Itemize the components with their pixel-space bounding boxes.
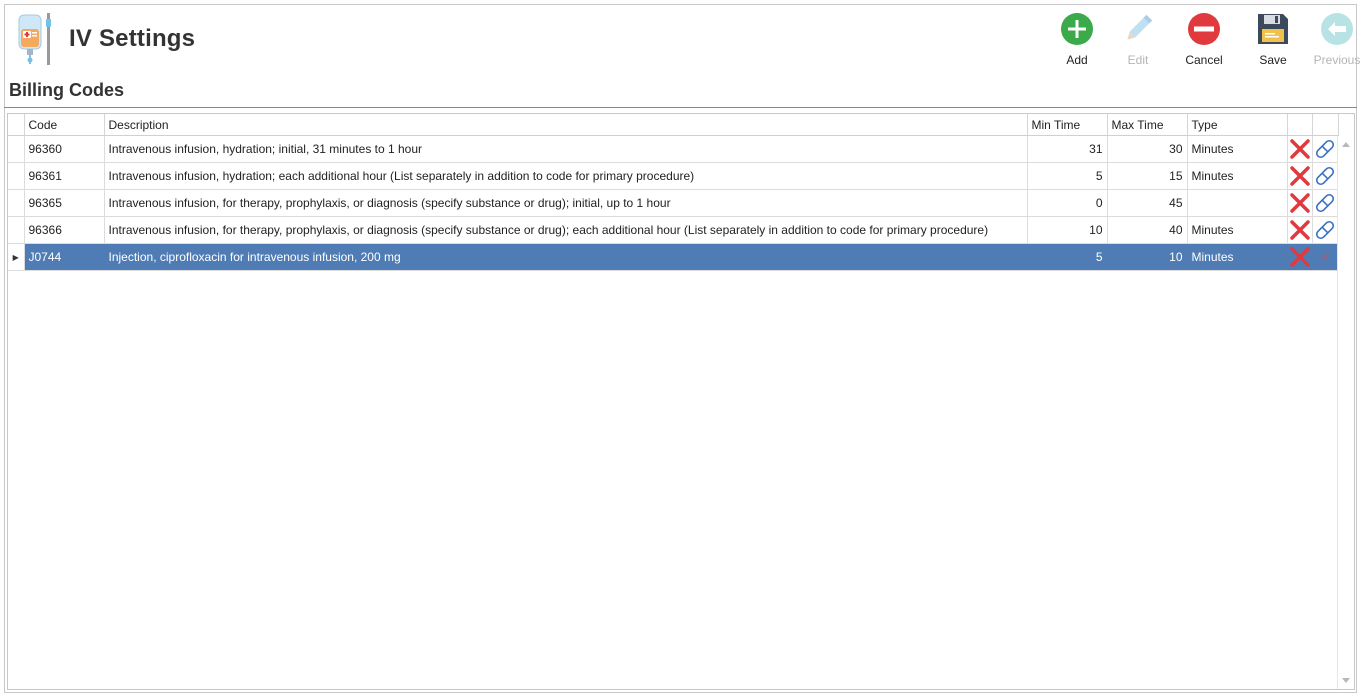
cell-max-time[interactable]: 15 <box>1107 162 1188 190</box>
previous-button[interactable]: Previous <box>1307 12 1363 68</box>
scroll-down-arrow-icon[interactable] <box>1342 678 1350 683</box>
column-header-delete <box>1287 114 1313 136</box>
row-indicator <box>8 216 25 244</box>
edit-button[interactable]: Edit <box>1108 12 1168 68</box>
cell-description[interactable]: Intravenous infusion, for therapy, proph… <box>104 189 1028 217</box>
cell-min-time[interactable]: 0 <box>1027 189 1108 217</box>
section-title: Billing Codes <box>9 80 125 100</box>
cell-description[interactable]: Injection, ciprofloxacin for intravenous… <box>104 243 1028 271</box>
column-header-min-time[interactable]: Min Time <box>1027 114 1108 136</box>
cell-code[interactable]: 96366 <box>24 216 105 244</box>
cell-code[interactable]: 96365 <box>24 189 105 217</box>
edit-pill-icon <box>1315 220 1335 240</box>
delete-row-button[interactable] <box>1287 189 1313 217</box>
add-button[interactable]: Add <box>1047 12 1107 68</box>
cell-description[interactable]: Intravenous infusion, for therapy, proph… <box>104 216 1028 244</box>
edit-pill-icon <box>1321 253 1329 261</box>
edit-row-button[interactable] <box>1312 189 1339 217</box>
cell-min-time[interactable]: 5 <box>1027 243 1108 271</box>
delete-x-icon <box>1289 139 1310 159</box>
cell-type[interactable]: Minutes <box>1187 162 1288 190</box>
row-indicator <box>8 162 25 190</box>
table-row-selected[interactable]: ▶ J0744 Injection, ciprofloxacin for int… <box>8 243 1339 271</box>
cell-type[interactable]: Minutes <box>1187 243 1288 271</box>
back-arrow-icon <box>1321 13 1353 45</box>
current-row-indicator: ▶ <box>8 243 25 271</box>
table-row[interactable]: 96365 Intravenous infusion, for therapy,… <box>8 189 1339 217</box>
cell-min-time[interactable]: 5 <box>1027 162 1108 190</box>
add-button-label: Add <box>1066 53 1088 67</box>
column-header-type[interactable]: Type <box>1187 114 1288 136</box>
edit-row-button[interactable] <box>1312 243 1339 271</box>
delete-row-button[interactable] <box>1287 162 1313 190</box>
pencil-icon <box>1127 14 1153 40</box>
plus-circle-icon <box>1061 13 1093 45</box>
iv-bag-icon <box>18 13 51 65</box>
cell-code[interactable]: 96360 <box>24 135 105 163</box>
no-entry-icon <box>1188 13 1220 45</box>
cell-description[interactable]: Intravenous infusion, hydration; initial… <box>104 135 1028 163</box>
edit-row-button[interactable] <box>1312 135 1339 163</box>
page-title: IV Settings <box>69 25 196 52</box>
delete-row-button[interactable] <box>1287 243 1313 271</box>
scroll-up-arrow-icon[interactable] <box>1342 142 1350 147</box>
save-button-label: Save <box>1259 53 1287 67</box>
cell-min-time[interactable]: 31 <box>1027 135 1108 163</box>
grid-vertical-scrollbar[interactable] <box>1337 136 1354 689</box>
row-indicator <box>8 189 25 217</box>
section-divider <box>4 107 1357 108</box>
edit-button-label: Edit <box>1127 53 1149 67</box>
row-indicator <box>8 135 25 163</box>
delete-x-icon <box>1289 166 1310 186</box>
previous-button-label: Previous <box>1313 53 1361 67</box>
cell-max-time[interactable]: 45 <box>1107 189 1188 217</box>
table-row[interactable]: 96366 Intravenous infusion, for therapy,… <box>8 216 1339 244</box>
edit-row-button[interactable] <box>1312 216 1339 244</box>
cell-type[interactable]: Minutes <box>1187 216 1288 244</box>
delete-row-button[interactable] <box>1287 135 1313 163</box>
delete-x-icon <box>1289 193 1310 213</box>
cell-min-time[interactable]: 10 <box>1027 216 1108 244</box>
edit-pill-icon <box>1315 139 1335 159</box>
column-header-code[interactable]: Code <box>24 114 105 136</box>
cell-type[interactable]: Minutes <box>1187 135 1288 163</box>
cell-max-time[interactable]: 10 <box>1107 243 1188 271</box>
cell-max-time[interactable]: 40 <box>1107 216 1188 244</box>
cancel-button-label: Cancel <box>1185 53 1223 67</box>
delete-x-icon <box>1289 247 1310 267</box>
cell-description[interactable]: Intravenous infusion, hydration; each ad… <box>104 162 1028 190</box>
column-header-max-time[interactable]: Max Time <box>1107 114 1188 136</box>
save-button[interactable]: Save <box>1243 12 1303 68</box>
grid-header-row: Code Description Min Time Max Time Type <box>8 114 1339 136</box>
edit-pill-icon <box>1315 166 1335 186</box>
cell-max-time[interactable]: 30 <box>1107 135 1188 163</box>
delete-row-button[interactable] <box>1287 216 1313 244</box>
table-row[interactable]: 96360 Intravenous infusion, hydration; i… <box>8 135 1339 163</box>
cell-type[interactable] <box>1187 189 1288 217</box>
column-header-description[interactable]: Description <box>104 114 1028 136</box>
row-indicator-header <box>8 114 25 136</box>
delete-x-icon <box>1289 220 1310 240</box>
floppy-disk-icon <box>1258 14 1288 44</box>
edit-row-button[interactable] <box>1312 162 1339 190</box>
billing-codes-grid: Code Description Min Time Max Time Type … <box>7 113 1355 690</box>
column-header-edit <box>1312 114 1339 136</box>
table-row[interactable]: 96361 Intravenous infusion, hydration; e… <box>8 162 1339 190</box>
edit-pill-icon <box>1315 193 1335 213</box>
cancel-button[interactable]: Cancel <box>1174 12 1234 68</box>
cell-code[interactable]: 96361 <box>24 162 105 190</box>
cell-code[interactable]: J0744 <box>24 243 105 271</box>
